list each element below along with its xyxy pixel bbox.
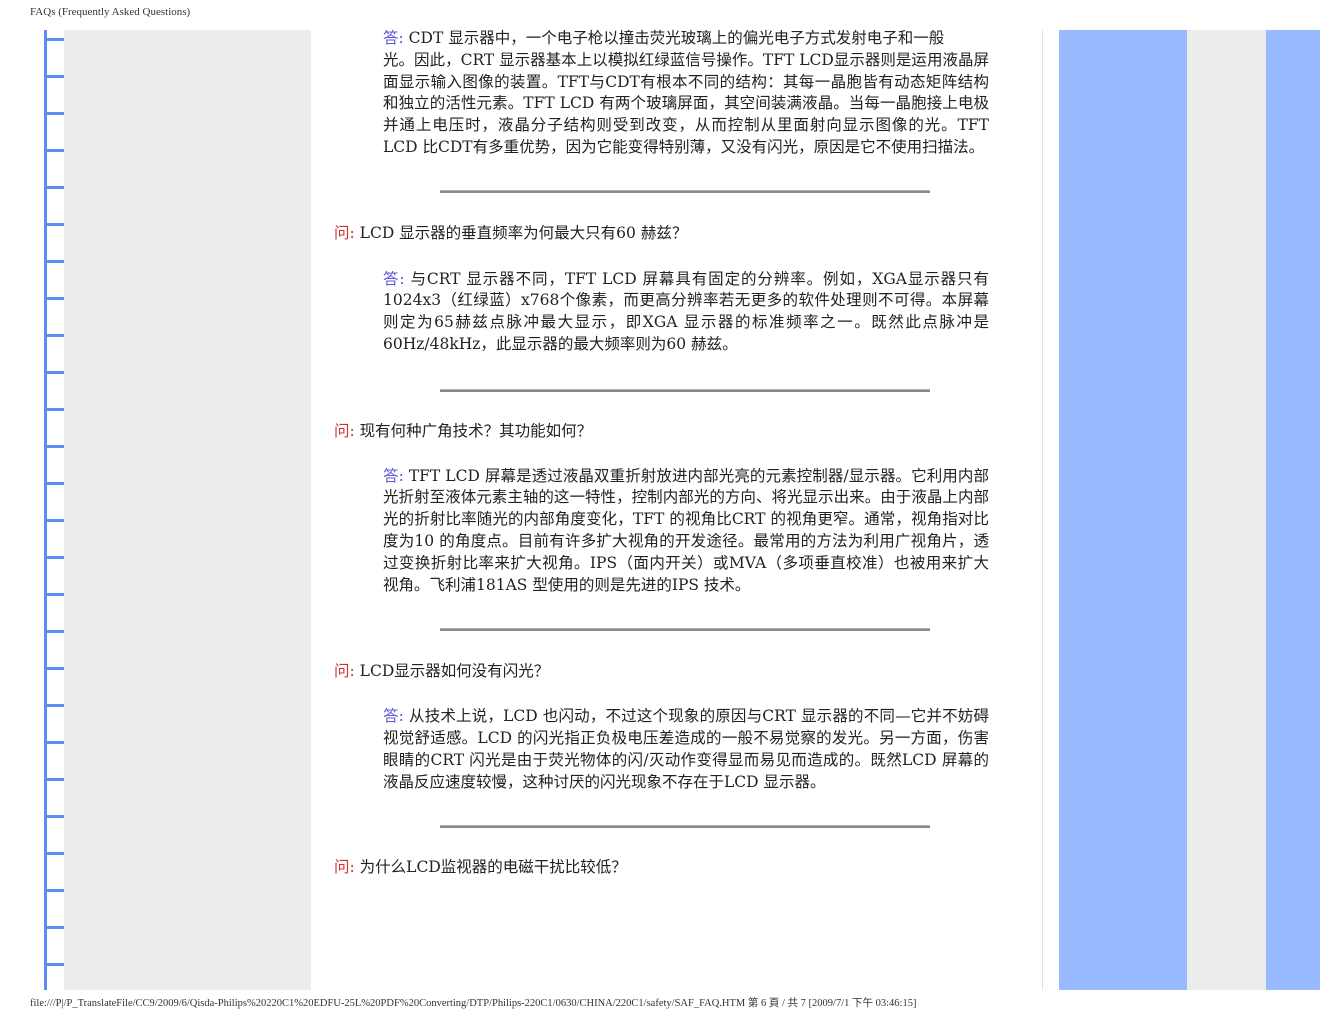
section-divider [440,388,930,392]
binder-tick [44,482,64,485]
question-3-text: 现有何种广角技术？其功能如何？ [359,421,593,440]
question-label: 问: [334,662,355,681]
binder-tick [44,445,64,448]
right-blue-panel [1059,30,1187,990]
binder-tick [44,593,64,596]
binder-tick [44,704,64,707]
binder-tick [44,667,64,670]
page-header-title: FAQs (Frequently Asked Questions) [30,6,191,18]
question-label: 问: [334,223,355,242]
answer-label: 答: [383,29,404,47]
binder-tick [44,889,64,892]
faq-question-5: 问: 为什么LCD监视器的电磁干扰比较低？ [334,857,1010,879]
faq-answer-3: 答: TFT LCD 屏幕是透过液晶双重折射放进内部光亮的元素控制器/显示器。它… [383,466,989,597]
binder-tick [44,408,64,411]
binder-tick [44,630,64,633]
binder-tick [44,38,64,41]
faq-question-3: 问: 现有何种广角技术？其功能如何？ [334,421,1010,443]
binder-tick [44,963,64,966]
answer-label: 答: [383,269,405,288]
binder-tick [44,223,64,226]
binder-tick [44,852,64,855]
faq-answer-1: 答: CDT 显示器中，一个电子枪以撞击荧光玻璃上的偏光电子方式发射电子和一般 … [383,28,989,159]
question-4-text: LCD显示器如何没有闪光？ [359,662,550,681]
binder-tick [44,926,64,929]
answer-4-text: 从技术上说，LCD 也闪动，不过这个现象的原因与CRT 显示器的不同—它并不妨碍… [383,707,989,791]
binder-tick [44,112,64,115]
binder-tick [44,186,64,189]
binder-tick [44,741,64,744]
question-label: 问: [334,421,355,440]
question-5-text: 为什么LCD监视器的电磁干扰比较低？ [359,858,627,877]
content-right-border [1042,30,1043,990]
binder-rail [44,30,47,990]
right-gray-panel [1187,30,1266,990]
binder-tick [44,556,64,559]
faq-content: 答: CDT 显示器中，一个电子枪以撞击荧光玻璃上的偏光电子方式发射电子和一般 … [330,28,1010,879]
binder-tick [44,297,64,300]
binder-tick [44,75,64,78]
binder-tick [44,260,64,263]
left-binder-strip [44,30,64,990]
binder-tick [44,149,64,152]
left-gray-panel [64,30,311,990]
answer-1-text: 光。因此，CRT 显示器基本上以模拟红绿蓝信号操作。TFT LCD显示器则是运用… [383,50,989,156]
binder-tick [44,519,64,522]
binder-tick [44,778,64,781]
question-2-text: LCD 显示器的垂直频率为何最大只有60 赫兹？ [359,223,688,242]
faq-question-4: 问: LCD显示器如何没有闪光？ [334,661,1010,683]
binder-tick [44,371,64,374]
faq-question-2: 问: LCD 显示器的垂直频率为何最大只有60 赫兹？ [334,223,1010,245]
question-label: 问: [334,858,355,877]
answer-2-text: 与CRT 显示器不同，TFT LCD 屏幕具有固定的分辨率。例如，XGA显示器只… [383,269,989,353]
page-footer-path: file:///P|/P_TranslateFile/CC9/2009/6/Qi… [30,998,917,1009]
faq-answer-2: 答: 与CRT 显示器不同，TFT LCD 屏幕具有固定的分辨率。例如，XGA显… [383,269,989,356]
section-divider [440,189,930,193]
section-divider [440,825,930,829]
answer-label: 答: [383,466,404,485]
answer-3-text: TFT LCD 屏幕是透过液晶双重折射放进内部光亮的元素控制器/显示器。它利用内… [383,466,989,594]
answer-label: 答: [383,707,404,726]
faq-answer-4: 答: 从技术上说，LCD 也闪动，不过这个现象的原因与CRT 显示器的不同—它并… [383,706,989,793]
answer-1-head: CDT 显示器中，一个电子枪以撞击荧光玻璃上的偏光电子方式发射电子和一般 [408,29,945,47]
right-blue-edge-panel [1266,30,1320,990]
section-divider [440,628,930,632]
binder-tick [44,334,64,337]
binder-tick [44,815,64,818]
